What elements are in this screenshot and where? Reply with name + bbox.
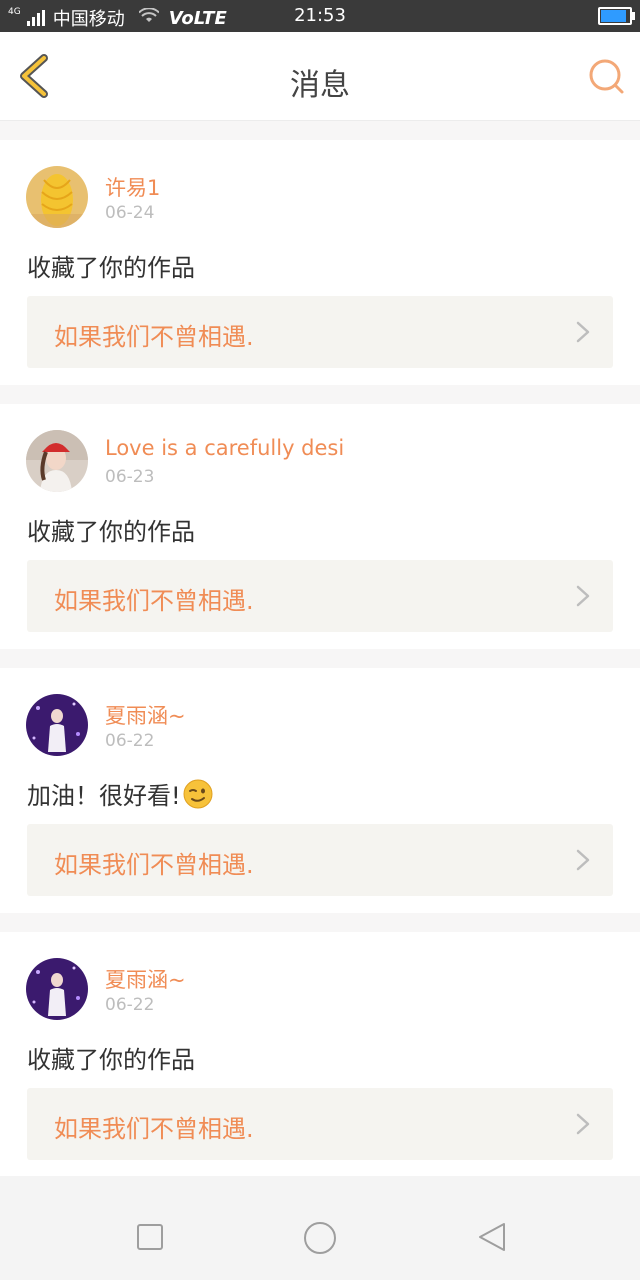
purple-stage-photo (26, 958, 88, 1020)
circle-icon (304, 1222, 336, 1254)
chevron-right-icon (576, 1113, 590, 1135)
message-text: 收藏了你的作品 (27, 248, 195, 283)
chevron-right-icon (576, 849, 590, 871)
girl-red-cap-photo (26, 430, 88, 492)
wifi-icon (137, 7, 160, 28)
username[interactable]: 夏雨涵~ (105, 700, 186, 730)
top-bar: 消息 (0, 32, 640, 121)
work-link[interactable]: 如果我们不曾相遇. (27, 560, 613, 632)
status-left: 4G 中国移动 VoLTE (8, 5, 227, 31)
message-date: 06-24 (105, 203, 155, 223)
carrier-name: 中国移动 (52, 9, 125, 30)
username[interactable]: 夏雨涵~ (105, 964, 186, 994)
avatar[interactable] (26, 430, 88, 492)
home-button[interactable] (302, 1221, 336, 1254)
chevron-right-icon (576, 321, 590, 343)
username[interactable]: 许易1 (105, 172, 160, 202)
work-link[interactable]: 如果我们不曾相遇. (27, 1088, 613, 1160)
message-body: 收藏了你的作品 (27, 518, 195, 546)
message-item: 许易1 06-24 收藏了你的作品 如果我们不曾相遇. (0, 140, 640, 385)
username[interactable]: Love is a carefully desi (105, 436, 344, 460)
avatar[interactable] (26, 694, 88, 756)
corn-photo (26, 166, 88, 228)
message-text: 收藏了你的作品 (27, 1040, 195, 1075)
search-icon (589, 59, 624, 94)
message-date: 06-22 (105, 731, 155, 751)
recents-button[interactable] (134, 1221, 166, 1253)
message-text: 收藏了你的作品 (27, 512, 195, 547)
nav-back-button[interactable] (476, 1221, 508, 1253)
battery-icon (598, 7, 635, 25)
work-title: 如果我们不曾相遇. (54, 587, 254, 615)
winking-face-emoji-icon (183, 779, 213, 808)
chevron-right-icon (576, 585, 590, 607)
page-title: 消息 (290, 68, 350, 103)
status-bar: 4G 中国移动 VoLTE 21:53 (0, 0, 640, 32)
message-body: 收藏了你的作品 (27, 1046, 195, 1074)
work-title: 如果我们不曾相遇. (54, 851, 254, 879)
message-item: Love is a carefully desi 06-23 收藏了你的作品 如… (0, 404, 640, 649)
message-text: 加油！很好看! (27, 776, 213, 811)
work-title: 如果我们不曾相遇. (54, 323, 254, 351)
volte-indicator: VoLTE (168, 7, 227, 29)
avatar[interactable] (26, 166, 88, 228)
purple-stage-photo (26, 694, 88, 756)
work-title: 如果我们不曾相遇. (54, 1115, 254, 1143)
work-link[interactable]: 如果我们不曾相遇. (27, 296, 613, 368)
work-link[interactable]: 如果我们不曾相遇. (27, 824, 613, 896)
message-date: 06-23 (105, 467, 155, 487)
signal-icon (26, 10, 45, 26)
triangle-back-icon (479, 1223, 505, 1251)
message-date: 06-22 (105, 995, 155, 1015)
system-nav-bar (0, 1176, 640, 1280)
message-body: 收藏了你的作品 (27, 254, 195, 282)
search-button[interactable] (586, 56, 626, 96)
message-item: 夏雨涵~ 06-22 收藏了你的作品 如果我们不曾相遇. (0, 932, 640, 1177)
network-type: 4G (8, 6, 21, 17)
avatar[interactable] (26, 958, 88, 1020)
message-item: 夏雨涵~ 06-22 加油！很好看! 如果我们不曾相遇. (0, 668, 640, 913)
battery-fill (601, 10, 626, 22)
message-body: 加油！很好看! (27, 782, 181, 810)
message-list: 许易1 06-24 收藏了你的作品 如果我们不曾相遇. Love is a ca… (0, 140, 640, 1196)
square-icon (137, 1224, 163, 1250)
status-time: 21:53 (294, 5, 346, 26)
